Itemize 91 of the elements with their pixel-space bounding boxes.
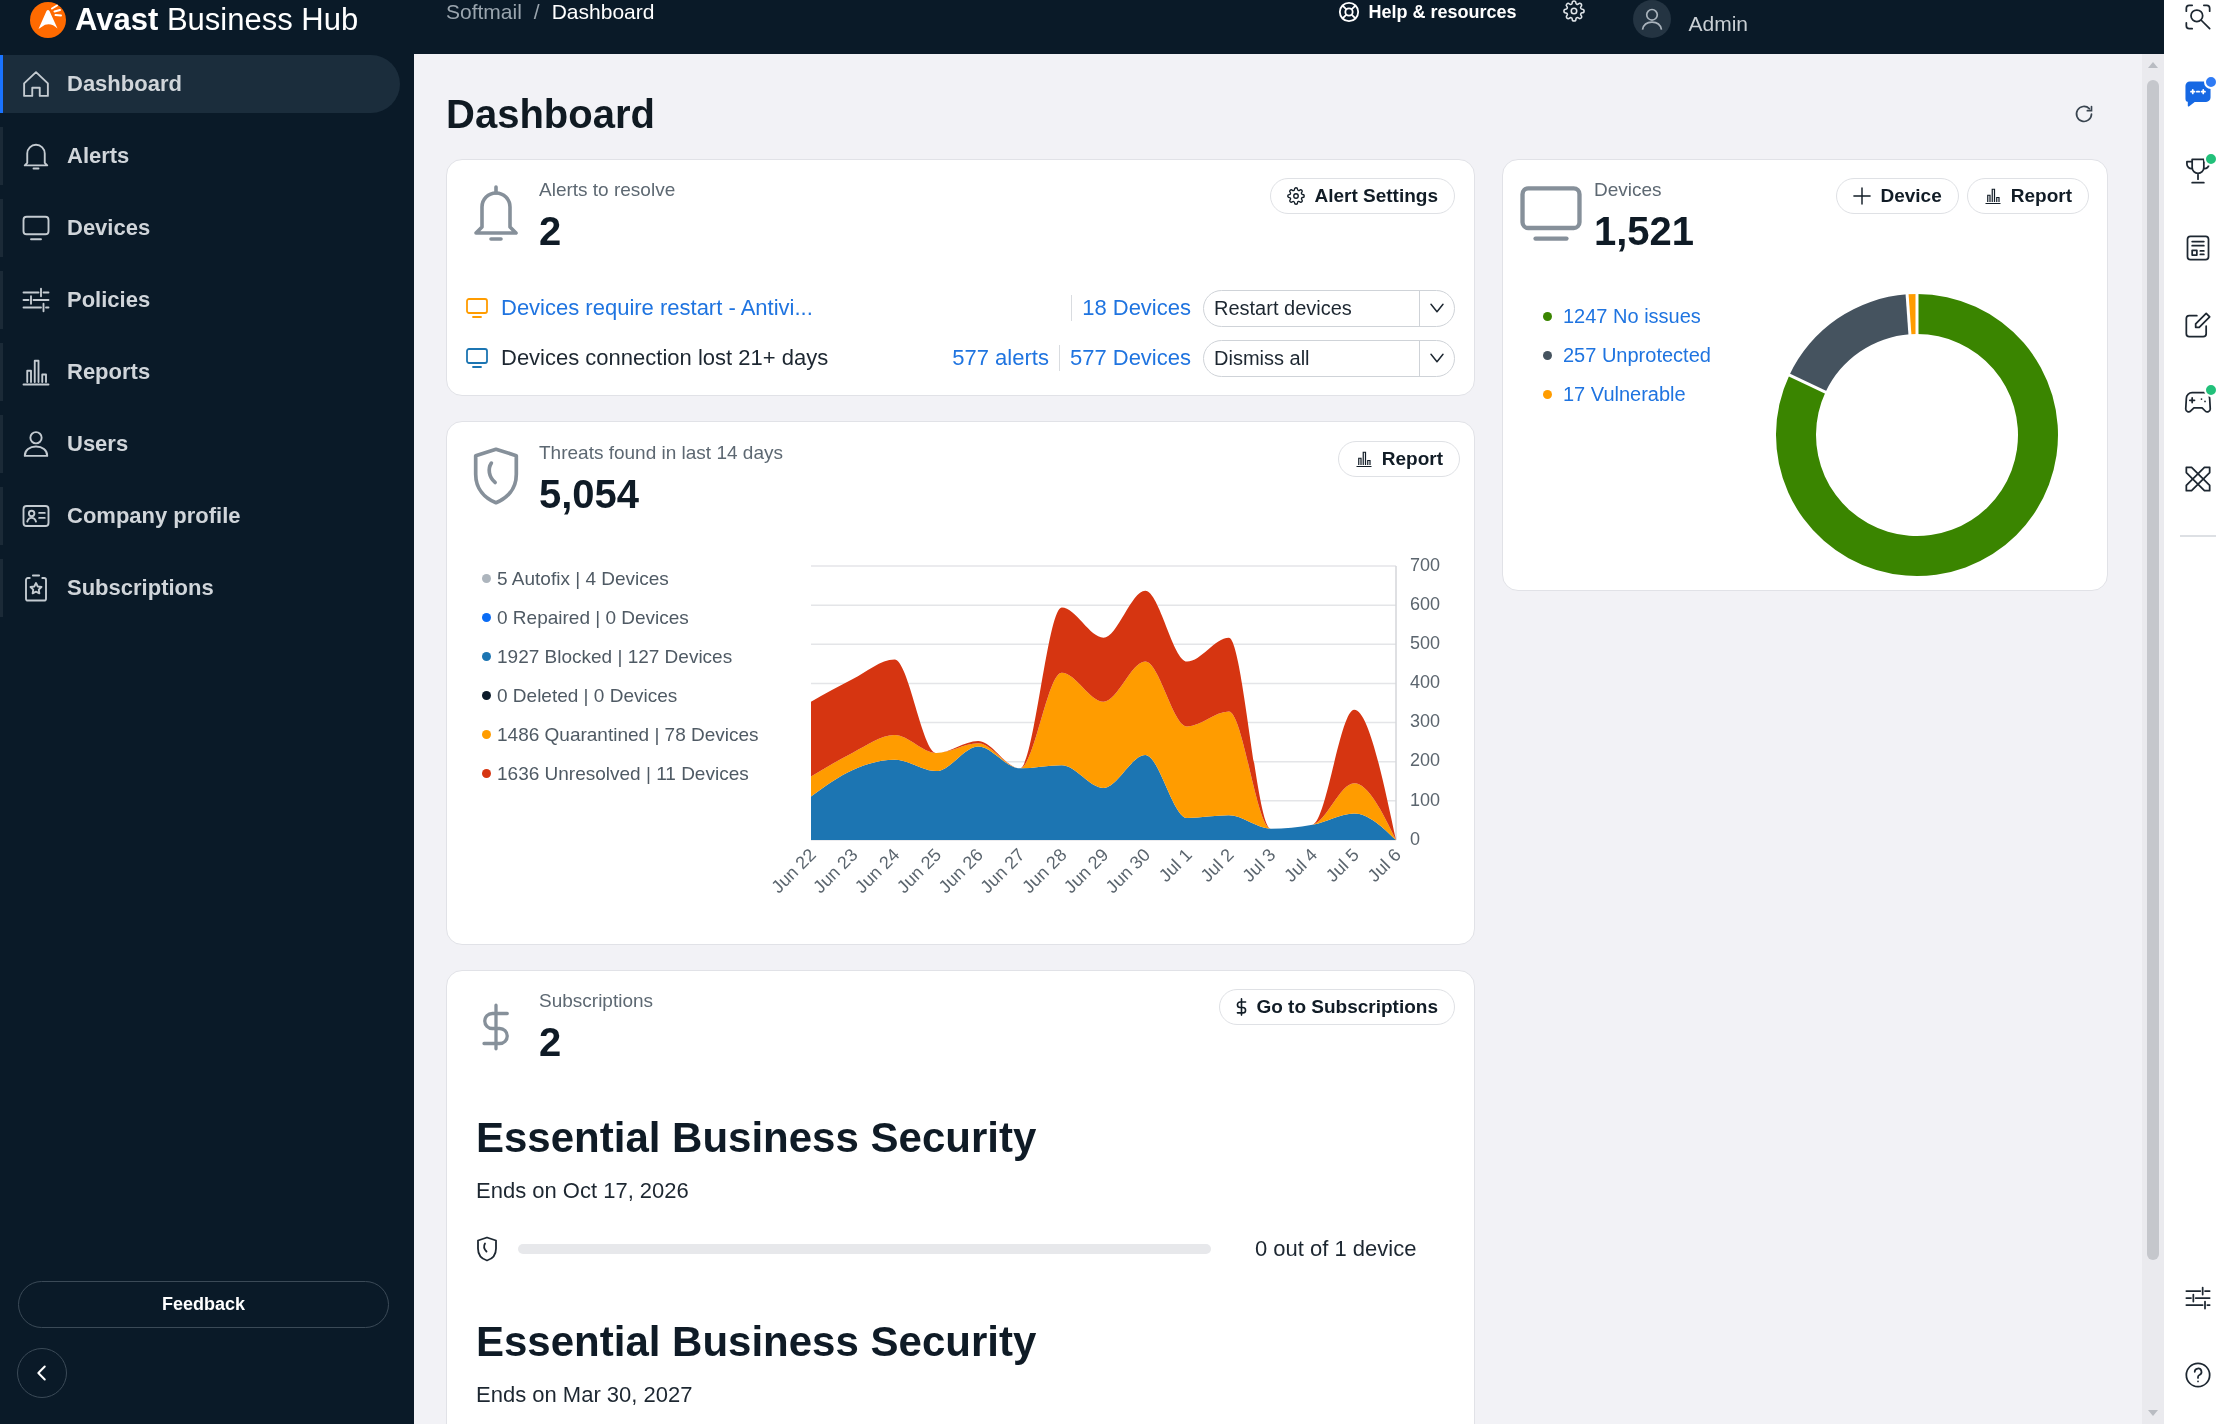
legend-link[interactable]: 17 Vulnerable: [1563, 383, 1686, 406]
chat-icon[interactable]: [2184, 80, 2212, 108]
axis-label: 200: [1410, 750, 1441, 771]
alerts-count-link[interactable]: 577 alerts: [952, 345, 1049, 371]
report-button[interactable]: Report: [1337, 441, 1460, 477]
subscriptions-button[interactable]: Go to Subscriptions: [1219, 989, 1455, 1025]
subscription-name: Essential Business Security: [476, 1113, 1037, 1163]
nav-item[interactable]: Reports: [0, 343, 400, 401]
scrollbar[interactable]: [2142, 54, 2164, 1424]
subscription-end-date: Ends on Oct 17, 2026: [476, 1177, 689, 1205]
nav-item[interactable]: Policies: [0, 271, 400, 329]
alerts-count: 2: [539, 208, 562, 254]
nav-item[interactable]: Users: [0, 415, 400, 473]
legend-label: 1927 Blocked | 127 Devices: [497, 645, 733, 668]
nav-item[interactable]: Dashboard: [0, 55, 400, 113]
bar-chart-icon: [1354, 450, 1373, 468]
sliders-icon[interactable]: [2184, 1284, 2212, 1312]
edit-icon[interactable]: [2184, 311, 2212, 339]
user-icon: [21, 429, 51, 459]
devices-count: 1,521: [1594, 208, 1695, 254]
bar-chart-icon: [1983, 187, 2002, 205]
alert-settings-button[interactable]: Alert Settings: [1270, 178, 1455, 214]
legend-link[interactable]: 1247 No issues: [1563, 305, 1701, 328]
home-icon: [21, 69, 51, 99]
bell-icon: [472, 182, 520, 244]
avatar-icon[interactable]: [1633, 0, 1672, 38]
scrollbar-thumb[interactable]: [2147, 80, 2159, 1260]
usage-text: 0 out of 1 device: [1255, 1236, 1417, 1262]
axis-label: Jul 1: [1154, 844, 1196, 886]
devices-count-link[interactable]: 18 Devices: [1082, 295, 1191, 321]
nav-item[interactable]: Alerts: [0, 127, 400, 185]
axis-label: 600: [1410, 593, 1441, 614]
newspaper-icon[interactable]: [2184, 234, 2212, 262]
breadcrumb-current: Dashboard: [551, 0, 655, 24]
bar-chart-icon: [21, 357, 51, 387]
bell-icon: [21, 141, 51, 171]
card-label: Subscriptions: [539, 989, 654, 1013]
axis-label: 300: [1410, 711, 1441, 732]
axis-label: Jul 6: [1363, 844, 1405, 886]
axis-label: 500: [1410, 633, 1441, 654]
card-label: Devices: [1594, 178, 1662, 202]
dollar-icon: [1236, 998, 1248, 1016]
monitor-icon: [21, 213, 51, 243]
card-label: Threats found in last 14 days: [539, 441, 783, 465]
help-icon[interactable]: [2184, 1361, 2212, 1389]
logo-icon: [30, 2, 66, 38]
shield-icon: [476, 1236, 498, 1262]
trophy-icon[interactable]: [2184, 157, 2212, 185]
settings-icon: [1287, 187, 1306, 205]
monitor-icon: [1520, 186, 1582, 242]
add-device-button[interactable]: Device: [1836, 178, 1959, 214]
refresh-icon[interactable]: [2074, 104, 2094, 124]
settings-icon[interactable]: [1563, 0, 1586, 22]
legend-label: 5 Autofix | 4 Devices: [497, 567, 669, 590]
legend-link[interactable]: 257 Unprotected: [1563, 344, 1711, 367]
axis-label: 400: [1410, 672, 1441, 693]
legend-label: 0 Repaired | 0 Devices: [497, 606, 689, 629]
legend-label: 0 Deleted | 0 Devices: [497, 684, 678, 707]
nav-item[interactable]: Devices: [0, 199, 400, 257]
axis-label: 100: [1410, 789, 1441, 810]
help-button[interactable]: Help & resources: [1338, 0, 1517, 24]
subscriptions-count: 2: [539, 1019, 562, 1065]
report-button[interactable]: Report: [1966, 178, 2089, 214]
axis-label: Jul 3: [1238, 844, 1280, 886]
nav-item[interactable]: Subscriptions: [0, 559, 400, 617]
lifebuoy-icon: [1338, 1, 1361, 23]
page-title: Dashboard: [446, 91, 655, 138]
card-label: Alerts to resolve: [539, 178, 676, 202]
app-logo-text: Avast Business Hub: [75, 2, 359, 38]
axis-label: 700: [1410, 554, 1441, 575]
subscription-end-date: Ends on Mar 30, 2027: [476, 1381, 693, 1409]
tools-icon[interactable]: [2184, 465, 2212, 493]
breadcrumb-separator: /: [533, 0, 540, 24]
plus-icon: [1853, 187, 1872, 205]
axis-label: Jul 4: [1280, 844, 1322, 886]
axis-label: Jul 2: [1196, 844, 1238, 886]
threats-count: 5,054: [539, 471, 640, 517]
legend-label: 1636 Unresolved | 11 Devices: [497, 762, 749, 785]
devices-count-link[interactable]: 577 Devices: [1069, 345, 1191, 371]
legend-label: 1486 Quarantined | 78 Devices: [497, 723, 759, 746]
alert-link[interactable]: Devices require restart - Antivi...: [501, 295, 813, 321]
axis-label: 0: [1410, 828, 1420, 849]
nav-item[interactable]: Company profile: [0, 487, 400, 545]
alert-title: Devices connection lost 21+ days: [501, 345, 829, 371]
subscription-name: Essential Business Security: [476, 1317, 1037, 1367]
sliders-icon: [21, 285, 51, 315]
shield-icon: [472, 445, 520, 507]
breadcrumb-link[interactable]: Softmail: [446, 0, 522, 24]
search-icon[interactable]: [2184, 3, 2212, 31]
user-name[interactable]: Admin: [1688, 0, 1748, 48]
axis-label: Jul 5: [1322, 844, 1364, 886]
